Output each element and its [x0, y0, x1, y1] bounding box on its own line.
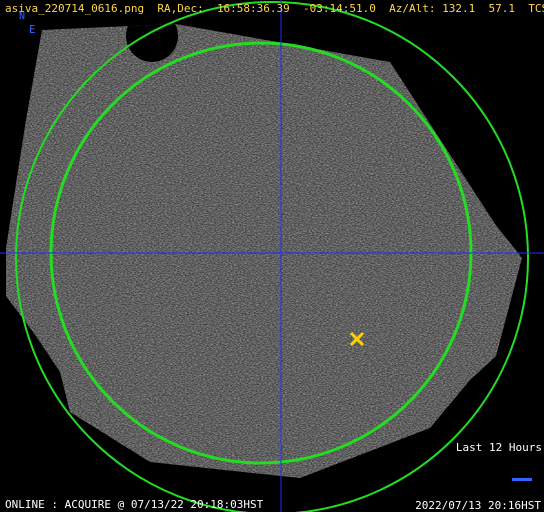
- all-sky-camera-view: asiva_220714_0616.png RA,Dec: 16:58:36.3…: [0, 0, 544, 512]
- status-online: ONLINE : ACQUIRE @ 07/13/22 20:18:03HST: [5, 498, 264, 511]
- legend-label: Last 12 Hours: [455, 441, 542, 454]
- obstruction-notch: [126, 24, 178, 62]
- status-timestamp: 2022/07/13 20:16HST: [415, 499, 541, 512]
- dec-value: -03:14:51.0: [303, 2, 376, 15]
- legend-line: [512, 478, 532, 481]
- header-info: asiva_220714_0616.png RA,Dec: 16:58:36.3…: [5, 2, 544, 15]
- compass-north-label: N: [19, 11, 26, 22]
- sky-texture: [6, 24, 522, 478]
- ra-value: 16:58:36.39: [216, 2, 290, 15]
- compass-east-label: E: [29, 23, 36, 36]
- az-value: 132.1: [442, 2, 476, 15]
- filename: asiva_220714_0616.png: [5, 2, 145, 15]
- radec-label: RA,Dec:: [157, 2, 204, 15]
- sky-image: [0, 0, 544, 512]
- alt-value: 57.1: [488, 2, 516, 15]
- tcs-label: TCS:: [528, 2, 544, 15]
- azalt-label: Az/Alt:: [389, 2, 436, 15]
